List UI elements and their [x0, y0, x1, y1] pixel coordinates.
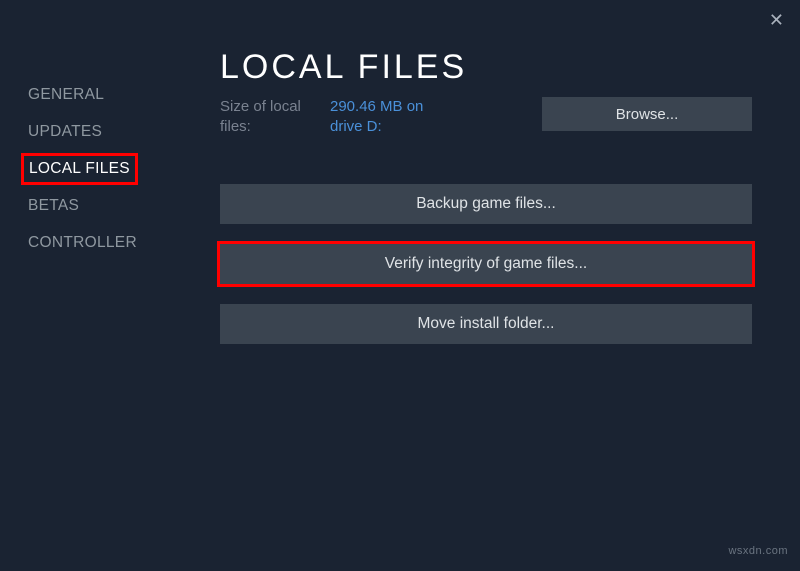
size-label: Size of local files:: [220, 97, 316, 138]
sidebar-item-updates[interactable]: UPDATES: [28, 123, 102, 141]
install-info-row: Size of local files: 290.46 MB on drive …: [220, 97, 752, 138]
main-panel: LOCAL FILES Size of local files: 290.46 …: [200, 8, 800, 571]
properties-window: ✕ GENERAL UPDATES LOCAL FILES BETAS CONT…: [0, 0, 800, 571]
verify-integrity-button[interactable]: Verify integrity of game files...: [220, 244, 752, 284]
content-area: GENERAL UPDATES LOCAL FILES BETAS CONTRO…: [0, 8, 800, 571]
sidebar-item-local-files[interactable]: LOCAL FILES: [28, 160, 131, 178]
page-title: LOCAL FILES: [220, 48, 752, 87]
backup-game-files-button[interactable]: Backup game files...: [220, 184, 752, 224]
sidebar-item-betas[interactable]: BETAS: [28, 197, 79, 215]
size-value-line1: 290.46 MB on: [330, 98, 423, 115]
size-value: 290.46 MB on drive D:: [330, 97, 460, 138]
size-label-line1: Size of local: [220, 98, 301, 115]
sidebar-item-controller[interactable]: CONTROLLER: [28, 234, 137, 252]
watermark-text: wsxdn.com: [728, 545, 788, 557]
sidebar: GENERAL UPDATES LOCAL FILES BETAS CONTRO…: [0, 8, 200, 571]
move-install-folder-button[interactable]: Move install folder...: [220, 304, 752, 344]
size-label-line2: files:: [220, 118, 251, 135]
close-icon[interactable]: ✕: [769, 10, 784, 31]
sidebar-item-general[interactable]: GENERAL: [28, 86, 104, 104]
size-value-line2: drive D:: [330, 118, 382, 135]
browse-button[interactable]: Browse...: [542, 97, 752, 131]
